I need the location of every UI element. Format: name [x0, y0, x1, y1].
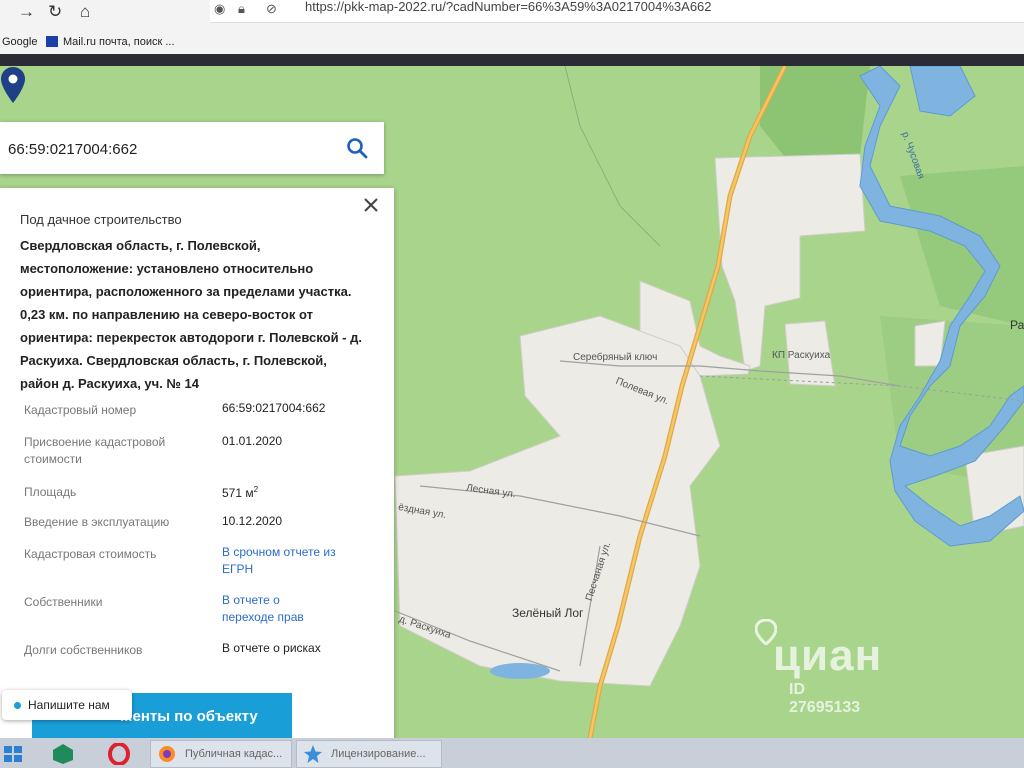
row-label-cadastral-number: Кадастровый номер	[24, 403, 137, 417]
row-value-valuation-date: 01.01.2020	[222, 434, 283, 448]
home-icon[interactable]: ⌂	[80, 2, 90, 22]
chat-widget[interactable]: Напишите нам	[2, 690, 132, 720]
taskbar-task-firefox[interactable]: Публичная кадас...	[150, 740, 292, 768]
app-icon-green[interactable]	[52, 743, 74, 765]
row-label-commissioning: Введение в эксплуатацию	[24, 515, 170, 529]
shield-icon[interactable]: ◉	[214, 1, 225, 17]
row-label-area: Площадь	[24, 485, 77, 499]
row-label-cadastral-value: Кадастровая стоимость	[24, 547, 157, 561]
firefox-icon	[159, 746, 175, 762]
row-label-owner-debts: Долги собственников	[24, 643, 143, 657]
link-risk-report[interactable]: В отчете о рисках	[222, 640, 382, 657]
row-label-owners: Собственники	[24, 595, 103, 609]
url-text[interactable]: https://pkk-map-2022.ru/?cadNumber=66%3A…	[305, 0, 712, 14]
chat-label: Напишите нам	[28, 698, 110, 712]
link-owners-report[interactable]: В отчете о переходе прав	[222, 592, 332, 626]
taskbar-task-2[interactable]: Лицензирование...	[296, 740, 442, 768]
bookmark-google[interactable]: Google	[2, 36, 37, 48]
map-pin-icon[interactable]	[0, 66, 26, 104]
lock-icon[interactable]: 🔒︎	[238, 1, 245, 17]
plot-address: Свердловская область, г. Полевской, мест…	[20, 238, 362, 391]
documents-button-label: ...енты по объекту	[120, 708, 258, 725]
map-label-ra: Ра	[1010, 318, 1024, 332]
nav-row: → ↻ ⌂ ◉ 🔒︎ ⊘ https://pkk-map-2022.ru/?ca…	[0, 0, 1024, 28]
tracking-off-icon[interactable]: ⊘	[266, 1, 277, 17]
cadastral-search-input[interactable]	[6, 136, 330, 162]
map-label-kp-raskuikha: КП Раскуиха	[772, 350, 831, 361]
area-unit-sup: 2	[253, 485, 259, 494]
map-label-zeleny-log: Зелёный Лог	[512, 606, 584, 620]
plot-info-panel: Под дачное строительство Свердловская об…	[0, 188, 394, 748]
row-label-valuation-date: Присвоение кадастровой стоимости	[24, 435, 166, 466]
taskbar-task-label-1: Публичная кадас...	[185, 748, 283, 760]
row-value-commissioning: 10.12.2020	[222, 514, 283, 528]
search-icon[interactable]	[345, 136, 369, 160]
os-taskbar: Публичная кадас... Лицензирование...	[0, 738, 1024, 768]
taskbar-task-label-2: Лицензирование...	[331, 748, 426, 760]
cian-listing-id: ID 27695133	[789, 681, 861, 716]
star-app-icon	[304, 745, 322, 763]
plot-category: Под дачное строительство	[20, 212, 182, 227]
map-label-serebryany: Серебряный ключ	[573, 352, 657, 363]
cian-logo-text: циан	[773, 631, 883, 680]
browser-chrome: → ↻ ⌂ ◉ 🔒︎ ⊘ https://pkk-map-2022.ru/?ca…	[0, 0, 1024, 70]
chat-status-dot	[14, 702, 21, 709]
map-label-serebryany-text: Серебряный ключ	[573, 352, 658, 363]
windows-start-icon[interactable]	[2, 743, 24, 765]
cadastral-search	[0, 122, 384, 174]
forward-icon[interactable]: →	[18, 2, 35, 22]
row-value-cadastral-number: 66:59:0217004:662	[222, 401, 326, 415]
bookmark-mail[interactable]: Mail.ru почта, поиск ...	[46, 36, 175, 48]
close-icon[interactable]	[360, 194, 382, 216]
row-value-area: 571 м2	[222, 481, 382, 502]
reload-icon[interactable]: ↻	[48, 2, 62, 22]
link-cadastral-value-report[interactable]: В срочном отчете из ЕГРН	[222, 544, 342, 578]
opera-icon[interactable]	[108, 743, 130, 765]
bookmarks-bar: Google Mail.ru почта, поиск ...	[0, 30, 1024, 54]
area-value: 571 м	[222, 486, 254, 500]
address-bar[interactable]: ◉ 🔒︎ ⊘ https://pkk-map-2022.ru/?cadNumbe…	[210, 0, 1024, 23]
